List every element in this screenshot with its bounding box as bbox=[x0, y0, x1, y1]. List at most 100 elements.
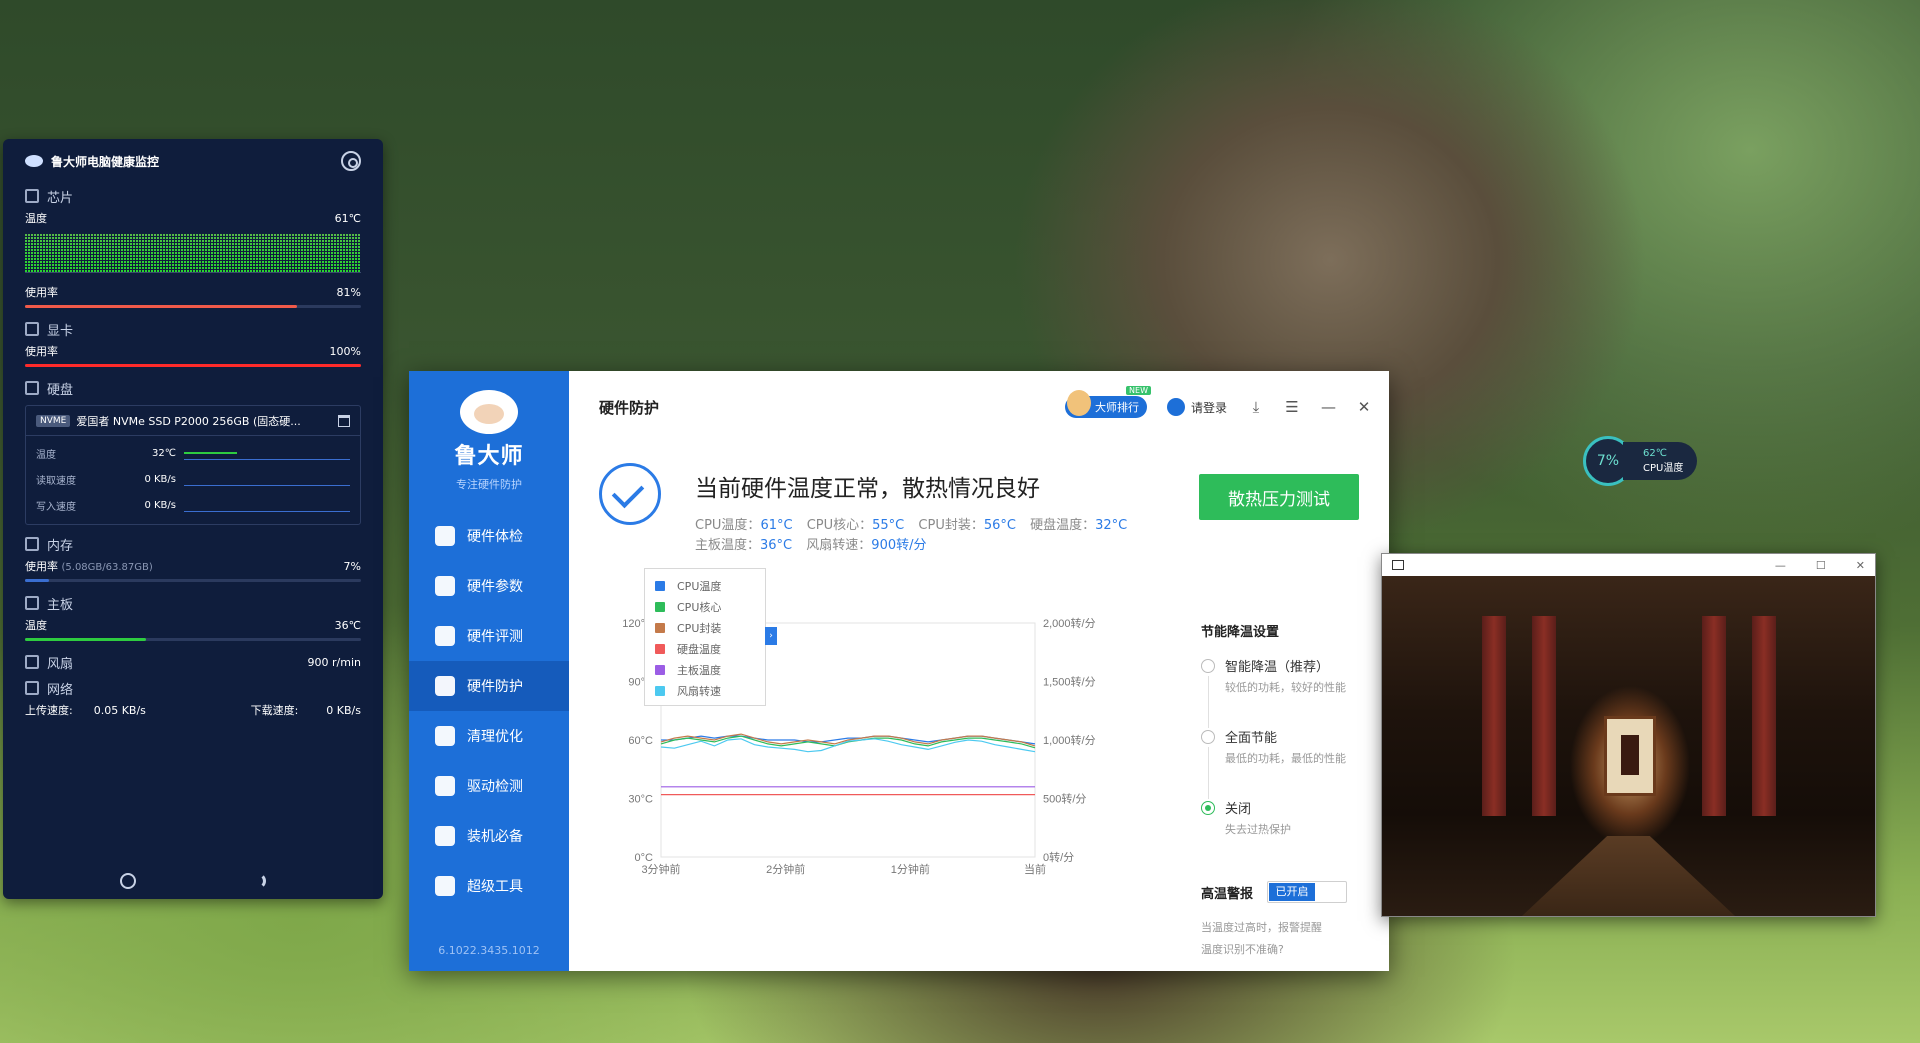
cooling-option-1[interactable]: 全面节能 最低的功耗，最低的性能 bbox=[1201, 727, 1381, 799]
sidebar-item-4[interactable]: 清理优化 bbox=[409, 711, 569, 761]
zen-scroll bbox=[1604, 716, 1656, 796]
x-tick-label: 2分钟前 bbox=[766, 862, 805, 876]
cooling-option-0[interactable]: 智能降温（推荐） 较低的功耗，较好的性能 bbox=[1201, 656, 1381, 728]
desktop-temp-gauge[interactable]: 7% 62℃ CPU温度 bbox=[1583, 436, 1697, 486]
login-label: 请登录 bbox=[1190, 400, 1227, 415]
memory-usage-label: 使用率 bbox=[25, 560, 58, 573]
legend-swatch bbox=[655, 664, 665, 675]
gauge-label: CPU温度 bbox=[1643, 463, 1684, 474]
sidebar-nav: 硬件体检 硬件参数硬件评测硬件防护清理优化 驱动检测 装机必备 超级工具 bbox=[409, 511, 569, 911]
ludashi-avatar-icon bbox=[460, 390, 518, 434]
login-button[interactable]: 请登录 bbox=[1166, 398, 1227, 416]
new-badge: NEW bbox=[1126, 386, 1151, 395]
gpu-section-title: 显卡 bbox=[47, 323, 74, 339]
legend-collapse-tab[interactable]: › bbox=[765, 627, 777, 645]
video-close-icon[interactable]: ✕ bbox=[1856, 559, 1865, 572]
alarm-toggle-state: 已开启 bbox=[1269, 883, 1316, 901]
cooling-option-2[interactable]: 关闭 失去过热保护 bbox=[1201, 798, 1381, 869]
disk-temp-value: 32℃ bbox=[152, 447, 176, 459]
x-tick-label: 3分钟前 bbox=[641, 862, 680, 876]
legend-swatch bbox=[655, 643, 665, 654]
minimize-icon[interactable]: — bbox=[1321, 400, 1336, 415]
menu-icon[interactable]: ☰ bbox=[1285, 400, 1299, 415]
memory-section: 内存 使用率 (5.08GB/63.87GB) 7% bbox=[3, 531, 383, 582]
monitor-header: 鲁大师电脑健康监控 bbox=[3, 139, 383, 183]
shield-bolt-icon bbox=[435, 676, 455, 696]
legend-item[interactable]: 硬盘温度 bbox=[655, 638, 765, 659]
chart-legend: CPU温度 CPU核心 CPU封装硬盘温度主板温度 风扇转速 › bbox=[644, 568, 777, 706]
brand-subtitle: 专注硬件防护 bbox=[456, 478, 522, 491]
cpu-temp-label: CPU温度： bbox=[695, 518, 761, 533]
rank-label: 大师排行 bbox=[1094, 401, 1139, 414]
cooling-settings: 节能降温设置 智能降温（推荐） 较低的功耗，较好的性能 全面节能 最低的功耗，最低的性… bbox=[1201, 621, 1381, 961]
legend-item[interactable]: CPU封装 bbox=[655, 617, 765, 638]
brand-name: 鲁大师 bbox=[454, 444, 524, 469]
disk-temp-bar bbox=[184, 446, 350, 460]
board-section-title: 主板 bbox=[47, 597, 74, 613]
option-description: 失去过热保护 bbox=[1225, 823, 1291, 836]
cpu-temp-value: 61℃ bbox=[334, 211, 361, 225]
page-title: 硬件防护 bbox=[599, 398, 660, 417]
disk-clean-icon[interactable] bbox=[338, 414, 350, 427]
moon-icon[interactable] bbox=[250, 873, 266, 889]
sidebar-item-1[interactable]: 硬件参数 bbox=[409, 561, 569, 611]
close-icon[interactable]: ✕ bbox=[1357, 400, 1371, 415]
sidebar-item-label: 硬件防护 bbox=[467, 679, 523, 695]
network-section: 网络 上传速度: 0.05 KB/s 下载速度: 0 KB/s bbox=[3, 675, 383, 719]
alarm-toggle[interactable]: 已开启 bbox=[1267, 881, 1348, 903]
sidebar-item-3[interactable]: 硬件防护 bbox=[409, 661, 569, 711]
memory-section-title: 内存 bbox=[47, 538, 74, 554]
option-label: 全面节能 bbox=[1225, 731, 1278, 746]
legend-item[interactable]: CPU温度 bbox=[655, 575, 765, 596]
board-temp-label: 温度 bbox=[25, 619, 47, 632]
cpu-package-label: CPU封装： bbox=[918, 518, 984, 533]
master-face-icon bbox=[1066, 390, 1091, 416]
y-left-tick-label: 30°C bbox=[628, 794, 653, 806]
stress-test-button[interactable]: 散热压力测试 bbox=[1199, 474, 1359, 520]
memory-usage-detail: (5.08GB/63.87GB) bbox=[61, 562, 153, 573]
fan-icon bbox=[25, 655, 39, 669]
download-icon[interactable]: ⤓ bbox=[1249, 400, 1263, 415]
legend-item[interactable]: 风扇转速 bbox=[655, 680, 765, 701]
y-right-tick-label: 1,500转/分 bbox=[1043, 675, 1096, 689]
y-left-tick-label: 60°C bbox=[628, 735, 653, 747]
video-minimize-icon[interactable]: — bbox=[1775, 559, 1786, 572]
radio-button[interactable] bbox=[1201, 801, 1215, 815]
motherboard-icon bbox=[25, 596, 39, 610]
board-temp-bar bbox=[25, 638, 361, 641]
radio-button[interactable] bbox=[1201, 659, 1215, 673]
alarm-label: 高温警报 bbox=[1201, 886, 1254, 902]
disk-write-graph bbox=[184, 498, 350, 512]
sidebar-item-7[interactable]: 超级工具 bbox=[409, 861, 569, 911]
sidebar-item-5[interactable]: 驱动检测 bbox=[409, 761, 569, 811]
ludashi-main-window: 鲁大师 专注硬件防护 硬件体检 硬件参数 硬件评测 硬件防护 清理优化 驱动检测 装机必备超… bbox=[409, 371, 1389, 971]
gpu-icon bbox=[25, 322, 39, 336]
apps-icon bbox=[435, 826, 455, 846]
disk-name: 爱国者 NVMe SSD P2000 256GB (固态硬... bbox=[76, 414, 301, 428]
rank-button[interactable]: 大师排行 NEW bbox=[1064, 386, 1151, 418]
video-maximize-icon[interactable]: ☐ bbox=[1816, 559, 1826, 572]
settings-gear-icon[interactable] bbox=[341, 151, 361, 171]
memory-usage-bar bbox=[25, 579, 361, 582]
rocket-boost-icon[interactable] bbox=[120, 873, 136, 889]
sidebar-item-6[interactable]: 装机必备 bbox=[409, 811, 569, 861]
radio-button[interactable] bbox=[1201, 730, 1215, 744]
gauge-icon bbox=[435, 626, 455, 646]
sidebar-item-0[interactable]: 硬件体检 bbox=[409, 511, 569, 561]
disk-temp-label: 温度 bbox=[36, 449, 56, 461]
gauge-temp: 62℃ bbox=[1643, 448, 1667, 459]
settings-title: 节能降温设置 bbox=[1201, 625, 1280, 640]
gpu-usage-label: 使用率 bbox=[25, 345, 58, 358]
legend-label: CPU温度 bbox=[677, 579, 722, 593]
board-temp-fill bbox=[25, 638, 146, 641]
sidebar-item-2[interactable]: 硬件评测 bbox=[409, 611, 569, 661]
temp-inaccurate-link[interactable]: 温度识别不准确? bbox=[1201, 939, 1381, 961]
legend-item[interactable]: 主板温度 bbox=[655, 659, 765, 680]
disk-write-value: 0 KB/s bbox=[144, 499, 176, 511]
disk-write-label: 写入速度 bbox=[36, 501, 76, 513]
legend-item[interactable]: CPU核心 bbox=[655, 596, 765, 617]
broom-icon bbox=[435, 726, 455, 746]
legend-label: 硬盘温度 bbox=[677, 642, 721, 656]
sidebar-item-label: 硬件评测 bbox=[467, 629, 523, 645]
nvme-tag: NVME bbox=[36, 414, 71, 427]
